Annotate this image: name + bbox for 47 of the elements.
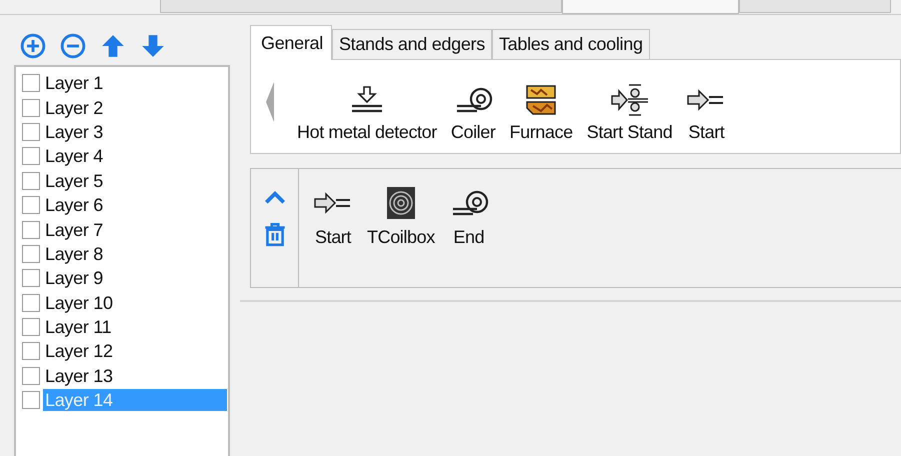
checkbox[interactable] <box>22 98 40 117</box>
palette-label: Hot metal detector <box>297 122 437 143</box>
layer-item[interactable]: Layer 5 <box>43 170 105 192</box>
layer-item[interactable]: Layer 12 <box>43 340 115 362</box>
layer-item[interactable]: Layer 3 <box>43 120 105 143</box>
layer-item[interactable]: Layer 9 <box>43 267 105 290</box>
layer-item[interactable]: Layer 2 <box>43 96 105 119</box>
layer-item[interactable]: Layer 1 <box>43 72 105 94</box>
layer-item[interactable]: Layer 10 <box>43 292 115 314</box>
palette-label: Start <box>688 122 724 143</box>
sequence-label: TCoilbox <box>367 227 435 248</box>
tab[interactable] <box>160 0 562 13</box>
checkbox[interactable] <box>22 342 40 360</box>
tab[interactable] <box>562 0 739 14</box>
checkbox[interactable] <box>22 122 40 141</box>
arrow-down-icon[interactable] <box>140 33 166 59</box>
layer-item[interactable]: Layer 7 <box>43 218 105 241</box>
remove-icon[interactable] <box>60 33 86 59</box>
tab[interactable] <box>739 0 891 13</box>
sequence-label: End <box>453 227 484 248</box>
palette-label: Start Stand <box>586 122 672 143</box>
checkbox[interactable] <box>22 196 40 214</box>
sequence-label: Start <box>314 227 351 248</box>
palette-label: Furnace <box>510 122 573 143</box>
layer-item[interactable]: Layer 8 <box>43 242 105 265</box>
add-icon[interactable] <box>20 33 46 59</box>
palette-label: Coiler <box>450 122 496 143</box>
layer-item[interactable]: Layer 6 <box>43 194 105 216</box>
checkbox[interactable] <box>22 220 40 239</box>
checkbox[interactable] <box>22 318 40 336</box>
layer-item[interactable]: Layer 11 <box>43 316 114 338</box>
checkbox[interactable] <box>22 366 40 385</box>
layer-item[interactable]: Layer 4 <box>43 145 105 168</box>
scroll-left-icon[interactable] <box>265 80 275 122</box>
tab[interactable]: Stands and edgers <box>332 29 492 59</box>
checkbox[interactable] <box>22 147 40 166</box>
layer-item[interactable]: Layer 13 <box>43 364 115 387</box>
tab[interactable]: General <box>250 25 332 60</box>
checkbox[interactable] <box>22 74 40 92</box>
checkbox[interactable] <box>22 269 40 288</box>
checkbox[interactable] <box>22 172 40 190</box>
stand-icon[interactable] <box>610 84 650 116</box>
tab[interactable]: Tables and cooling <box>492 29 650 59</box>
checkbox[interactable] <box>22 391 40 410</box>
checkbox[interactable] <box>22 244 40 263</box>
checkbox[interactable] <box>22 294 40 312</box>
arrow-up-icon[interactable] <box>100 33 126 59</box>
